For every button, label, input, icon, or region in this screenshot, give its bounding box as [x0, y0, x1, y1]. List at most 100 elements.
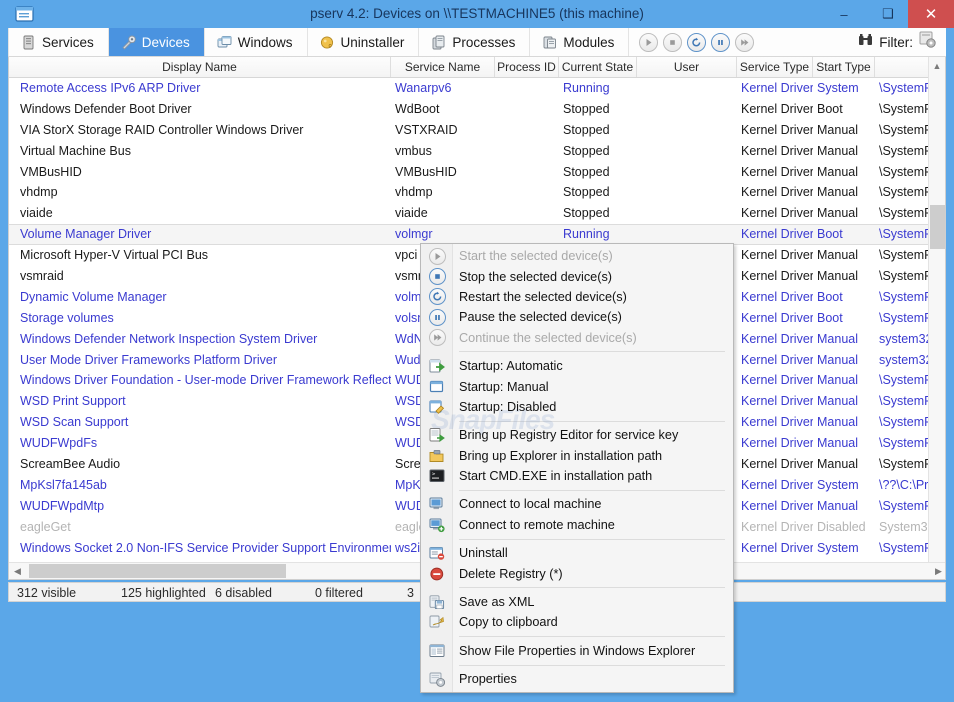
pause-button[interactable] [711, 32, 731, 52]
start-button [639, 32, 659, 52]
toolbar-spacer [754, 28, 859, 56]
menu-item-properties[interactable]: Properties [421, 669, 733, 689]
vertical-scrollbar-thumb[interactable] [930, 205, 945, 249]
menu-item-startup-automatic[interactable]: Startup: Automatic [421, 356, 733, 376]
menu-item-uninstall[interactable]: Uninstall [421, 543, 733, 563]
uninstall-icon [421, 545, 453, 561]
cell-name: Windows Defender Network Inspection Syst… [20, 331, 318, 346]
cell-type: Kernel Driver [741, 122, 813, 137]
context-menu[interactable]: SnapFiles Start the selected device(s) St… [420, 243, 734, 694]
windows-icon [217, 35, 232, 50]
menu-item-startup-manual[interactable]: Startup: Manual [421, 376, 733, 396]
filter-zone: Filter: [858, 28, 946, 56]
horizontal-scrollbar-thumb[interactable] [29, 564, 286, 578]
menu-separator [459, 538, 725, 540]
menu-separator [459, 636, 725, 638]
chevron-right-icon[interactable]: ▶ [930, 563, 945, 579]
menu-item-delete-registry[interactable]: Delete Registry (*) [421, 563, 733, 583]
menu-item-show-file-properties-in-windows-explorer[interactable]: Show File Properties in Windows Explorer [421, 641, 733, 661]
tab-services[interactable]: Services [8, 28, 109, 56]
remote-machine-icon [421, 517, 453, 533]
cell-type: Kernel Driver [741, 477, 813, 492]
chevron-up-icon[interactable]: ▲ [929, 57, 945, 74]
restart-button[interactable] [687, 32, 707, 52]
menu-item-startup-disabled[interactable]: Startup: Disabled [421, 397, 733, 417]
maximize-button[interactable]: ❑ [866, 0, 910, 28]
cell-type: Kernel Driver [741, 268, 813, 283]
table-row[interactable]: vhdmp vhdmp Stopped Kernel Driver Manual \Sys… [9, 182, 940, 203]
tab-strip: Services Devices Windows c Uninstaller Proces… [8, 28, 946, 57]
menu-item-label: Startup: Automatic [459, 359, 563, 374]
menu-item-connect-to-remote-machine[interactable]: Connect to remote machine [421, 515, 733, 535]
column-header-state[interactable]: Current State [559, 57, 637, 77]
column-header-pid[interactable]: Process ID [495, 57, 559, 77]
menu-item-label: Stop the selected device(s) [459, 269, 613, 284]
menu-item-connect-to-local-machine[interactable]: Connect to local machine [421, 494, 733, 514]
cell-start: Manual [817, 331, 858, 346]
minimize-button[interactable]: – [822, 0, 866, 28]
pause-icon [715, 37, 726, 48]
table-row[interactable]: Virtual Machine Bus vmbus Stopped Kernel Dr… [9, 141, 940, 162]
menu-item-pause-the-selected-device-s[interactable]: Pause the selected device(s) [421, 307, 733, 327]
menu-separator [459, 420, 725, 422]
toolbar-buttons [629, 28, 755, 56]
cell-name: Virtual Machine Bus [20, 143, 131, 158]
svg-text:c: c [328, 43, 331, 49]
cell-name: Windows Socket 2.0 Non-IFS Service Provi… [20, 540, 391, 555]
minimize-icon: – [840, 6, 848, 22]
menu-item-bring-up-explorer-in-installation-path[interactable]: Bring up Explorer in installation path [421, 446, 733, 466]
cell-name: Volume Manager Driver [20, 227, 152, 242]
filter-gear-icon[interactable] [919, 31, 936, 53]
tab-uninstaller[interactable]: c Uninstaller [307, 28, 420, 56]
stop-icon [421, 268, 453, 286]
menu-item-copy-to-clipboard[interactable]: Copy to clipboard [421, 612, 733, 632]
tab-devices[interactable]: Devices [108, 28, 205, 56]
tab-processes[interactable]: Processes [419, 28, 531, 56]
column-header-name[interactable]: Display Name [9, 57, 391, 77]
cell-type: Kernel Driver [741, 436, 813, 451]
cell-name: Windows Defender Boot Driver [20, 101, 192, 116]
list-header: Display Name Service Name Process ID Curren… [9, 57, 945, 78]
menu-item-label: Save as XML [459, 595, 535, 610]
table-row[interactable]: Remote Access IPv6 ARP Driver Wanarpv6 Run… [9, 78, 940, 99]
column-header-type[interactable]: Service Type [737, 57, 813, 77]
table-row[interactable]: Volume Manager Driver volmgr Running Kernel… [9, 224, 940, 246]
cell-state: Stopped [563, 101, 610, 116]
window-title: pserv 4.2: Devices on \\TESTMACHINE5 (th… [310, 6, 644, 21]
cell-start: Boot [817, 310, 843, 325]
cell-name: viaide [20, 206, 53, 221]
tab-windows[interactable]: Windows [204, 28, 308, 56]
menu-item-start-cmd-exe-in-installation-path[interactable]: > Start CMD.EXE in installation path [421, 466, 733, 486]
cell-start: Manual [817, 206, 858, 221]
cell-name: vhdmp [20, 185, 58, 200]
chevron-left-icon[interactable]: ◀ [9, 563, 26, 579]
table-row[interactable]: VMBusHID VMBusHID Stopped Kernel Driver Manu… [9, 162, 940, 183]
column-header-user[interactable]: User [637, 57, 737, 77]
cell-start: Boot [817, 289, 843, 304]
table-row[interactable]: VIA StorX Storage RAID Controller Window… [9, 120, 940, 141]
cell-type: Kernel Driver [741, 206, 813, 221]
menu-item-label: Restart the selected device(s) [459, 289, 627, 304]
cell-type: Kernel Driver [741, 143, 813, 158]
menu-item-stop-the-selected-device-s[interactable]: Stop the selected device(s) [421, 266, 733, 286]
cell-name: WSD Scan Support [20, 415, 129, 430]
startup-manual-icon [421, 379, 453, 395]
menu-item-bring-up-registry-editor-for-service-key[interactable]: Bring up Registry Editor for service key [421, 425, 733, 445]
tab-modules[interactable]: Modules [530, 28, 630, 56]
column-header-svc[interactable]: Service Name [391, 57, 495, 77]
close-button[interactable]: ✕ [908, 0, 954, 28]
table-row[interactable]: Windows Defender Boot Driver WdBoot Stoppe… [9, 99, 940, 120]
cell-user [637, 142, 737, 161]
cell-start: Manual [817, 185, 858, 200]
cell-pid [495, 121, 559, 140]
tab-label: Devices [141, 34, 190, 50]
column-header-start[interactable]: Start Type [813, 57, 875, 77]
menu-item-save-as-xml[interactable]: Save as XML [421, 592, 733, 612]
cell-svc: VSTXRAID [395, 122, 458, 137]
menu-item-label: Pause the selected device(s) [459, 310, 622, 325]
cell-start: System [817, 477, 859, 492]
menu-item-continue-the-selected-device-s: Continue the selected device(s) [421, 328, 733, 348]
vertical-scrollbar[interactable]: ▲ ▼ [928, 57, 945, 578]
menu-item-restart-the-selected-device-s[interactable]: Restart the selected device(s) [421, 287, 733, 307]
table-row[interactable]: viaide viaide Stopped Kernel Driver Manual \S… [9, 203, 940, 224]
